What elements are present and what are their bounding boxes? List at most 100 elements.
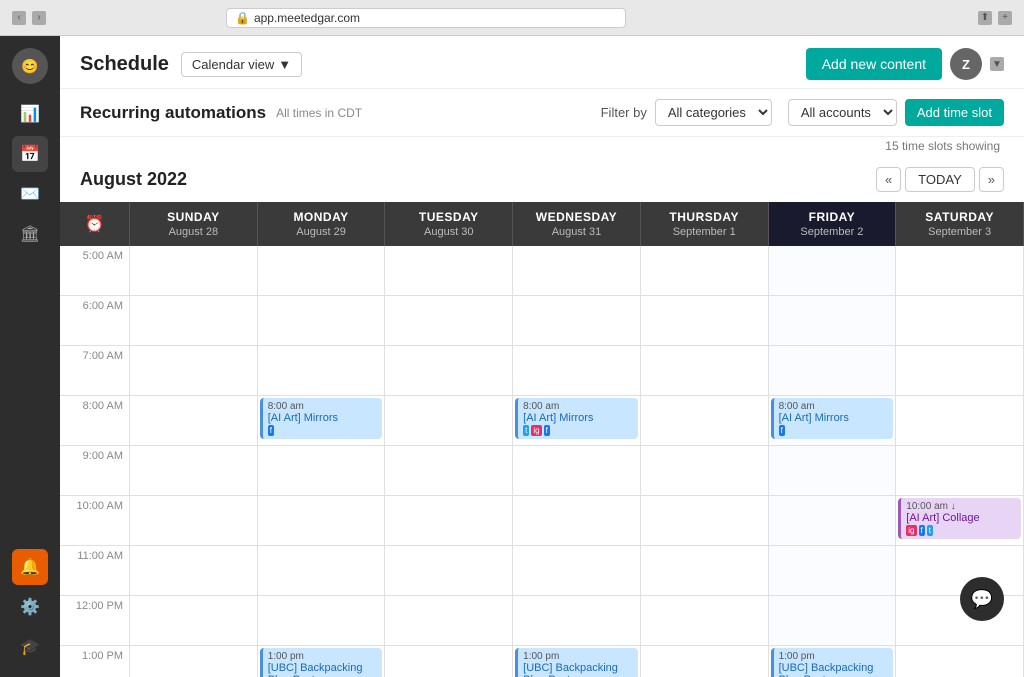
cell-wed-10am[interactable]	[513, 496, 641, 546]
cell-mon-9am[interactable]	[258, 446, 386, 496]
sidebar-item-schedule[interactable]: 📅	[12, 136, 48, 172]
header-left: Schedule Calendar view ▼	[80, 52, 302, 77]
cell-sat-5am[interactable]	[896, 246, 1024, 296]
cell-sun-11am[interactable]	[130, 546, 258, 596]
chat-support-button[interactable]: 💬	[960, 577, 1004, 621]
cell-sun-6am[interactable]	[130, 296, 258, 346]
user-avatar[interactable]: 😊	[12, 48, 48, 84]
cell-sat-6am[interactable]	[896, 296, 1024, 346]
browser-back[interactable]: ‹	[12, 11, 26, 25]
cell-wed-11am[interactable]	[513, 546, 641, 596]
event-mon-backpacking[interactable]: 1:00 pm [UBC] Backpacking Blog Posts f	[260, 648, 383, 677]
calendar-container[interactable]: ⏰ SUNDAY August 28 MONDAY August 29 TUES…	[60, 202, 1024, 677]
browser-forward[interactable]: ›	[32, 11, 46, 25]
cell-thu-1pm[interactable]	[641, 646, 769, 677]
cell-tue-10am[interactable]	[385, 496, 513, 546]
cell-fri-8am[interactable]: 8:00 am [AI Art] Mirrors f	[769, 396, 897, 446]
cell-sat-8am[interactable]	[896, 396, 1024, 446]
sidebar-item-dashboard[interactable]: 📊	[12, 96, 48, 132]
cell-thu-10am[interactable]	[641, 496, 769, 546]
event-fri-mirrors[interactable]: 8:00 am [AI Art] Mirrors f	[771, 398, 894, 439]
event-time: 1:00 pm	[523, 651, 633, 662]
cell-thu-7am[interactable]	[641, 346, 769, 396]
browser-add-tab[interactable]: +	[998, 11, 1012, 25]
today-button[interactable]: TODAY	[905, 167, 975, 192]
cell-fri-12pm[interactable]	[769, 596, 897, 646]
cell-fri-6am[interactable]	[769, 296, 897, 346]
cell-thu-6am[interactable]	[641, 296, 769, 346]
categories-filter[interactable]: All categories	[655, 99, 772, 126]
cell-mon-7am[interactable]	[258, 346, 386, 396]
cell-fri-9am[interactable]	[769, 446, 897, 496]
event-fri-backpacking[interactable]: 1:00 pm [UBC] Backpacking Blog Posts f	[771, 648, 894, 677]
cell-mon-5am[interactable]	[258, 246, 386, 296]
cell-sun-8am[interactable]	[130, 396, 258, 446]
page-header: Schedule Calendar view ▼ Add new content…	[60, 36, 1024, 89]
cell-wed-1pm[interactable]: 1:00 pm [UBC] Backpacking Blog Posts f	[513, 646, 641, 677]
cell-sun-5am[interactable]	[130, 246, 258, 296]
cell-sat-11am[interactable]	[896, 546, 1024, 596]
user-dropdown-arrow[interactable]: ▼	[990, 57, 1004, 71]
cell-thu-11am[interactable]	[641, 546, 769, 596]
sidebar-item-notification[interactable]: 🔔	[12, 549, 48, 585]
cell-mon-12pm[interactable]	[258, 596, 386, 646]
cell-wed-12pm[interactable]	[513, 596, 641, 646]
cell-sat-10am[interactable]: 10:00 am ↓ [AI Art] Collage ig f t	[896, 496, 1024, 546]
cell-wed-7am[interactable]	[513, 346, 641, 396]
cell-sun-12pm[interactable]	[130, 596, 258, 646]
next-month-button[interactable]: »	[979, 167, 1004, 192]
cell-tue-9am[interactable]	[385, 446, 513, 496]
cell-sun-1pm[interactable]	[130, 646, 258, 677]
browser-share[interactable]: ⬆	[978, 11, 992, 25]
cell-fri-5am[interactable]	[769, 246, 897, 296]
user-menu-button[interactable]: Z	[950, 48, 982, 80]
event-sat-collage[interactable]: 10:00 am ↓ [AI Art] Collage ig f t	[898, 498, 1021, 539]
cell-fri-11am[interactable]	[769, 546, 897, 596]
cell-wed-6am[interactable]	[513, 296, 641, 346]
cell-sun-9am[interactable]	[130, 446, 258, 496]
cell-mon-11am[interactable]	[258, 546, 386, 596]
cell-mon-6am[interactable]	[258, 296, 386, 346]
add-time-slot-button[interactable]: Add time slot	[905, 99, 1004, 126]
cell-fri-1pm[interactable]: 1:00 pm [UBC] Backpacking Blog Posts f	[769, 646, 897, 677]
cell-wed-5am[interactable]	[513, 246, 641, 296]
cell-thu-12pm[interactable]	[641, 596, 769, 646]
cell-sun-7am[interactable]	[130, 346, 258, 396]
accounts-filter[interactable]: All accounts	[788, 99, 897, 126]
event-icons: ig f t	[906, 525, 1016, 536]
event-wed-backpacking[interactable]: 1:00 pm [UBC] Backpacking Blog Posts f	[515, 648, 638, 677]
cell-tue-5am[interactable]	[385, 246, 513, 296]
address-bar[interactable]: 🔒 app.meetedgar.com	[226, 8, 626, 28]
cell-mon-10am[interactable]	[258, 496, 386, 546]
prev-month-button[interactable]: «	[876, 167, 901, 192]
sidebar-item-education[interactable]: 🎓	[12, 629, 48, 665]
cell-tue-1pm[interactable]	[385, 646, 513, 677]
sidebar-item-messages[interactable]: ✉️	[12, 176, 48, 212]
cell-tue-6am[interactable]	[385, 296, 513, 346]
event-title: [AI Art] Mirrors	[523, 412, 633, 424]
cell-sun-10am[interactable]	[130, 496, 258, 546]
cell-sat-7am[interactable]	[896, 346, 1024, 396]
cell-sat-1pm[interactable]	[896, 646, 1024, 677]
cell-tue-11am[interactable]	[385, 546, 513, 596]
cell-fri-7am[interactable]	[769, 346, 897, 396]
cell-tue-7am[interactable]	[385, 346, 513, 396]
cell-tue-8am[interactable]	[385, 396, 513, 446]
cell-tue-12pm[interactable]	[385, 596, 513, 646]
calendar-view-dropdown[interactable]: Calendar view ▼	[181, 52, 302, 77]
sidebar-item-settings[interactable]: ⚙️	[12, 589, 48, 625]
cell-fri-10am[interactable]	[769, 496, 897, 546]
sidebar-item-library[interactable]: 🏛	[12, 216, 48, 252]
cell-wed-8am[interactable]: 8:00 am [AI Art] Mirrors t ig f	[513, 396, 641, 446]
cell-wed-9am[interactable]	[513, 446, 641, 496]
cell-mon-1pm[interactable]: 1:00 pm [UBC] Backpacking Blog Posts f	[258, 646, 386, 677]
cell-thu-9am[interactable]	[641, 446, 769, 496]
cell-thu-5am[interactable]	[641, 246, 769, 296]
cell-thu-8am[interactable]	[641, 396, 769, 446]
event-mon-mirrors[interactable]: 8:00 am [AI Art] Mirrors f	[260, 398, 383, 439]
event-wed-mirrors[interactable]: 8:00 am [AI Art] Mirrors t ig f	[515, 398, 638, 439]
add-content-button[interactable]: Add new content	[806, 48, 942, 80]
cell-sat-9am[interactable]	[896, 446, 1024, 496]
event-time: 8:00 am	[779, 401, 889, 412]
cell-mon-8am[interactable]: 8:00 am [AI Art] Mirrors f	[258, 396, 386, 446]
